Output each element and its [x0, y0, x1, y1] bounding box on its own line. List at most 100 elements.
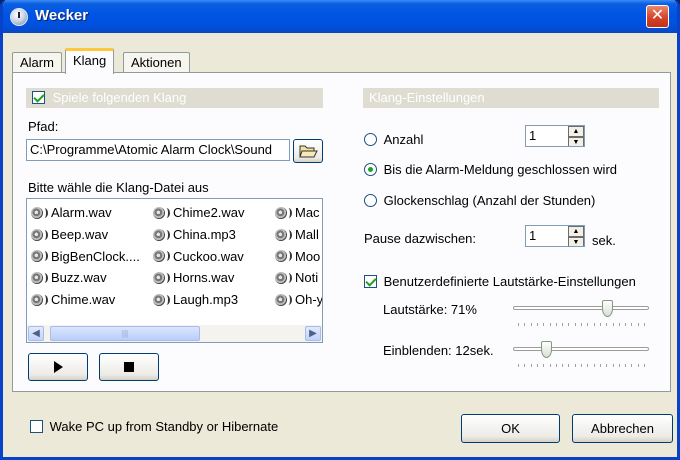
slider-tick — [549, 364, 551, 367]
tab-klang[interactable]: Klang — [65, 48, 115, 74]
scroll-left-button[interactable]: ◀ — [28, 326, 44, 341]
volume-slider-thumb[interactable] — [601, 300, 613, 317]
slider-tick — [518, 364, 519, 367]
slider-tick — [555, 364, 557, 367]
slider-tick — [637, 364, 639, 367]
volume-slider-track[interactable] — [513, 306, 649, 310]
title-bar[interactable]: Wecker ✕ — [3, 0, 677, 33]
play-button[interactable] — [28, 353, 88, 381]
speaker-icon — [153, 293, 170, 307]
slider-tick — [644, 323, 645, 326]
spin-up-icon[interactable]: ▲ — [568, 226, 584, 237]
count-label: Anzahl — [383, 132, 424, 147]
speaker-icon — [31, 293, 48, 307]
list-item[interactable]: Chime.wav — [31, 289, 140, 311]
pause-spin[interactable]: ▲ ▼ — [568, 226, 584, 246]
slider-tick — [612, 364, 614, 367]
chevron-right-icon: ▶ — [309, 328, 317, 339]
slider-tick — [562, 323, 564, 326]
file-column-2: Chime2.wav China.mp3 Cuckoo.wav Horns.wa… — [153, 202, 245, 310]
slider-tick — [625, 364, 627, 367]
slider-tick — [536, 364, 538, 367]
path-field[interactable]: C:\Programme\Atomic Alarm Clock\Sound — [26, 139, 290, 161]
file-name: Laugh.mp3 — [173, 292, 239, 308]
list-item[interactable]: Mall — [275, 224, 322, 246]
slider-tick — [524, 364, 526, 367]
count-value: 1 — [529, 128, 537, 143]
pause-stepper[interactable]: 1 ▲ ▼ — [525, 225, 585, 247]
grip-icon: ||| — [121, 329, 129, 338]
wake-pc-option[interactable]: Wake PC up from Standby or Hibernate — [30, 419, 278, 434]
file-name: Moo — [295, 248, 321, 264]
wake-pc-checkbox[interactable] — [30, 420, 43, 433]
file-name: Beep.wav — [51, 227, 109, 243]
count-radio[interactable] — [364, 133, 377, 146]
browse-folder-button[interactable] — [293, 139, 323, 163]
spin-down-icon[interactable]: ▼ — [568, 137, 584, 146]
list-item[interactable]: Buzz.wav — [31, 267, 140, 289]
count-option[interactable]: Anzahl — [364, 132, 423, 147]
fade-slider-track[interactable] — [513, 347, 649, 351]
volume-label: Lautstärke: 71% — [383, 302, 477, 317]
scroll-thumb[interactable]: ||| — [50, 326, 200, 341]
list-item[interactable]: BigBenClock.... — [31, 245, 140, 267]
stop-button[interactable] — [99, 353, 159, 381]
until-closed-radio[interactable] — [364, 163, 377, 176]
list-item[interactable]: Oh-y — [275, 289, 323, 311]
slider-tick — [599, 364, 601, 367]
horizontal-scrollbar[interactable]: ◀ ||| ▶ — [27, 325, 322, 342]
count-spin[interactable]: ▲ ▼ — [568, 126, 584, 146]
clock-icon — [10, 8, 28, 26]
list-item[interactable]: Horns.wav — [153, 267, 245, 289]
spin-up-icon[interactable]: ▲ — [568, 126, 584, 137]
cancel-button[interactable]: Abbrechen — [572, 414, 673, 443]
slider-tick — [631, 364, 633, 367]
list-item[interactable]: China.mp3 — [153, 224, 245, 246]
slider-tick — [612, 323, 614, 326]
slider-tick — [618, 323, 620, 326]
sound-file-list[interactable]: Alarm.wav Beep.wav BigBenClock.... Buzz.… — [26, 198, 323, 343]
slider-tick — [562, 364, 564, 367]
fade-label: Einblenden: 12sek. — [383, 343, 494, 358]
speaker-icon — [153, 228, 170, 242]
file-name: China.mp3 — [173, 227, 236, 243]
ok-button[interactable]: OK — [461, 414, 560, 443]
window-title: Wecker — [35, 7, 89, 24]
custom-volume-checkbox[interactable] — [364, 275, 377, 288]
scroll-right-button[interactable]: ▶ — [305, 326, 321, 341]
list-item[interactable]: Alarm.wav — [31, 202, 140, 224]
volume-ticks — [518, 323, 645, 327]
file-name: Oh-y — [295, 292, 323, 308]
until-closed-option[interactable]: Bis die Alarm-Meldung geschlossen wird — [364, 162, 617, 177]
tab-alarm[interactable]: Alarm — [12, 52, 62, 73]
file-name: Chime.wav — [51, 292, 116, 308]
slider-tick — [581, 364, 582, 367]
chime-option[interactable]: Glockenschlag (Anzahl der Stunden) — [364, 193, 595, 208]
speaker-icon — [31, 249, 48, 263]
count-stepper[interactable]: 1 ▲ ▼ — [525, 125, 585, 147]
file-name: Horns.wav — [173, 270, 235, 286]
list-item[interactable]: Beep.wav — [31, 224, 140, 246]
play-sound-checkbox[interactable] — [32, 91, 45, 104]
custom-volume-option[interactable]: Benutzerdefinierte Lautstärke-Einstellun… — [364, 274, 636, 289]
list-item[interactable]: Mac — [275, 202, 322, 224]
open-folder-icon — [299, 145, 318, 158]
slider-tick — [637, 323, 639, 326]
slider-tick — [581, 323, 582, 326]
spin-down-icon[interactable]: ▼ — [568, 237, 584, 246]
list-item[interactable]: Laugh.mp3 — [153, 289, 245, 311]
pause-label: Pause dazwischen: — [364, 231, 477, 246]
chime-label: Glockenschlag (Anzahl der Stunden) — [383, 193, 596, 208]
tab-aktionen[interactable]: Aktionen — [123, 52, 190, 73]
list-item[interactable]: Cuckoo.wav — [153, 245, 245, 267]
file-name: BigBenClock.... — [51, 248, 140, 264]
list-item[interactable]: Chime2.wav — [153, 202, 245, 224]
chime-radio[interactable] — [364, 194, 377, 207]
list-item[interactable]: Noti — [275, 267, 322, 289]
list-item[interactable]: Moo — [275, 245, 322, 267]
speaker-icon — [275, 271, 292, 285]
slider-tick — [574, 364, 576, 367]
close-button[interactable]: ✕ — [646, 5, 669, 28]
slider-tick — [549, 323, 551, 326]
fade-slider-thumb[interactable] — [540, 341, 552, 358]
